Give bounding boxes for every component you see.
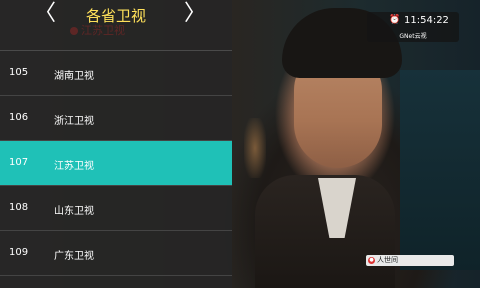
chevron-right-icon[interactable]: 〉 [184,2,206,26]
alarm-clock-icon: ⏰ [389,15,401,25]
channel-name: 浙江卫视 [54,116,94,127]
brand-label: GNet云视 [399,33,427,40]
category-header: 〈 各省卫视 〉 江苏卫视 [0,0,232,51]
channel-name: 江苏卫视 [54,161,94,172]
channel-name: 山东卫视 [54,206,94,217]
channel-number: 107 [9,157,29,168]
channel-row[interactable]: 106 浙江卫视 [0,96,232,141]
clock-time: 11:54:22 [404,15,449,26]
video-wall [400,70,480,270]
channel-row-selected[interactable]: 107 江苏卫视 [0,141,232,186]
clock-widget: ⏰ 11:54:22 GNet云视 [367,12,459,42]
channel-number: 109 [9,247,29,258]
program-tag: ● 人世间 [366,255,454,266]
channel-row[interactable]: 108 山东卫视 [0,186,232,231]
channel-watermark-logo: 江苏卫视 [70,22,125,38]
channel-number: 105 [9,67,29,78]
channel-list-panel: 〈 各省卫视 〉 江苏卫视 105 湖南卫视 106 浙江卫视 107 江苏卫视… [0,0,232,288]
program-name: 人世间 [377,256,398,264]
channel-logo-icon: ● [368,257,375,264]
channel-row[interactable]: 105 湖南卫视 [0,51,232,96]
channel-row[interactable]: 109 广东卫视 [0,231,232,276]
video-lamp [244,118,266,178]
channel-name: 广东卫视 [54,251,94,262]
channel-list: 105 湖南卫视 106 浙江卫视 107 江苏卫视 108 山东卫视 109 … [0,51,232,276]
channel-number: 108 [9,202,29,213]
channel-name: 湖南卫视 [54,71,94,82]
channel-number: 106 [9,112,29,123]
